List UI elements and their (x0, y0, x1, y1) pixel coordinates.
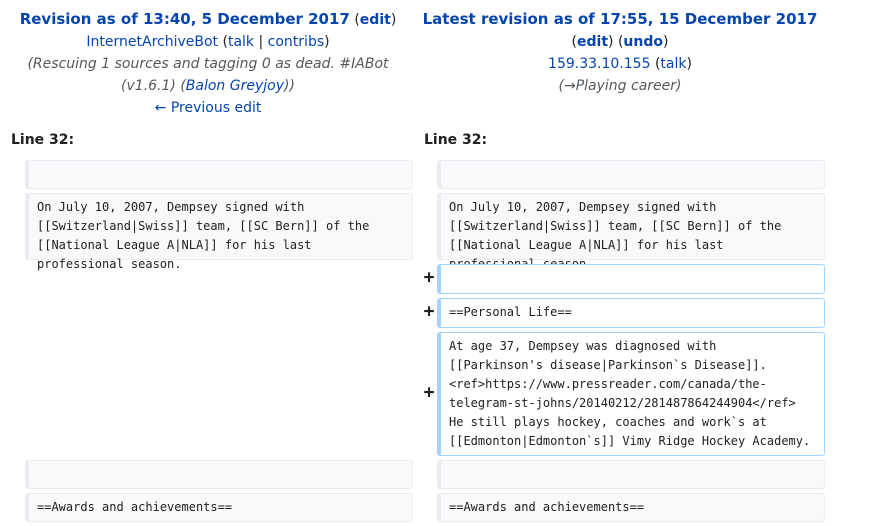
right-title-row: Latest revision as of 17:55, 15 December… (420, 8, 820, 31)
right-context-empty (437, 160, 825, 189)
left-user-link[interactable]: InternetArchiveBot (86, 34, 218, 50)
right-summary-section: Playing career (575, 78, 677, 94)
left-summary-close: )) (284, 78, 295, 94)
left-context-heading: ==Awards and achievements== (25, 493, 413, 522)
left-summary-user-link[interactable]: Balon Greyjoy (186, 78, 284, 94)
left-summary-version: (v1.6.1) ( (121, 78, 186, 94)
left-edit-link[interactable]: edit (360, 12, 391, 28)
right-actions-row: (edit) (undo) (571, 34, 669, 50)
left-context-empty-2 (25, 460, 413, 489)
left-context-empty (25, 160, 413, 189)
left-line-number: Line 32: (11, 132, 75, 148)
right-user-row: 159.33.10.155 (talk) (548, 56, 692, 72)
right-context-heading: ==Awards and achievements== (437, 493, 825, 522)
right-line-number: Line 32: (424, 132, 488, 148)
added-paragraph-line: At age 37, Dempsey was diagnosed with [[… (437, 332, 825, 456)
left-user-row: InternetArchiveBot (talk | contribs) (86, 34, 330, 50)
right-talk-link[interactable]: talk (660, 56, 686, 72)
left-contribs-link[interactable]: contribs (268, 34, 324, 50)
right-user-link[interactable]: 159.33.10.155 (548, 56, 650, 72)
right-revision-header: Latest revision as of 17:55, 15 December… (420, 8, 820, 97)
left-title-row: Revision as of 13:40, 5 December 2017 (e… (19, 10, 397, 28)
section-arrow-icon[interactable]: → (564, 78, 576, 94)
right-undo-link[interactable]: undo (623, 34, 663, 50)
left-revision-header: Revision as of 13:40, 5 December 2017 (e… (8, 8, 408, 119)
previous-edit-link[interactable]: ← Previous edit (155, 100, 262, 116)
right-summary: (→Playing career) (558, 78, 682, 94)
added-line-plus-icon: + (423, 301, 435, 322)
right-edit-link[interactable]: edit (577, 34, 608, 50)
left-summary-line1: (Rescuing 1 sources and tagging 0 as dea… (27, 56, 389, 72)
left-summary-line2: (v1.6.1) (Balon Greyjoy)) (8, 75, 408, 97)
left-separator: | (258, 34, 264, 50)
right-context-paragraph: On July 10, 2007, Dempsey signed with [[… (437, 193, 825, 271)
added-heading-line: ==Personal Life== (437, 298, 825, 328)
left-talk-link[interactable]: talk (228, 34, 254, 50)
left-revision-title[interactable]: Revision as of 13:40, 5 December 2017 (20, 10, 350, 28)
previous-edit-row: ← Previous edit (8, 97, 408, 119)
added-line-plus-icon: + (423, 382, 435, 403)
right-revision-title[interactable]: Latest revision as of 17:55, 15 December… (423, 10, 818, 28)
added-empty-line (437, 264, 825, 294)
added-line-plus-icon: + (423, 267, 435, 288)
left-context-paragraph: On July 10, 2007, Dempsey signed with [[… (25, 193, 413, 271)
right-context-empty-2 (437, 460, 825, 489)
